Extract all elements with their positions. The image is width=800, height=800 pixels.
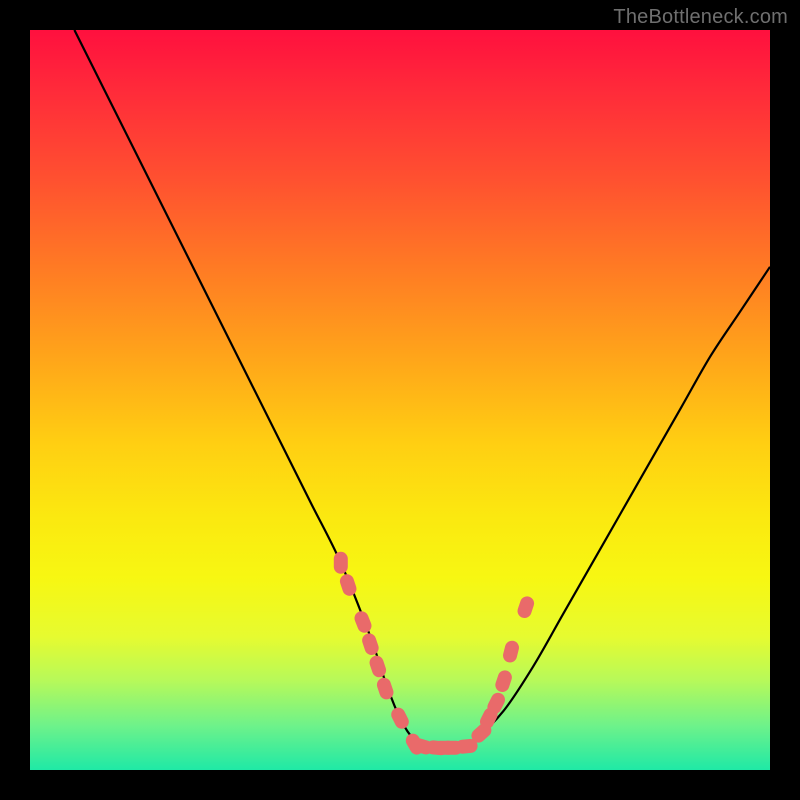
optimum-markers — [334, 552, 536, 757]
optimum-marker — [389, 705, 411, 731]
bottleneck-curve — [74, 30, 770, 748]
optimum-marker — [368, 654, 388, 679]
optimum-marker — [516, 595, 536, 620]
optimum-marker — [502, 639, 521, 664]
optimum-marker — [334, 552, 348, 574]
curve-svg — [30, 30, 770, 770]
optimum-marker — [338, 572, 358, 597]
watermark-text: TheBottleneck.com — [613, 6, 788, 29]
plot-area — [30, 30, 770, 770]
optimum-marker — [493, 669, 513, 694]
optimum-marker — [352, 609, 373, 635]
chart-stage: TheBottleneck.com — [0, 0, 800, 800]
optimum-marker — [360, 632, 380, 657]
